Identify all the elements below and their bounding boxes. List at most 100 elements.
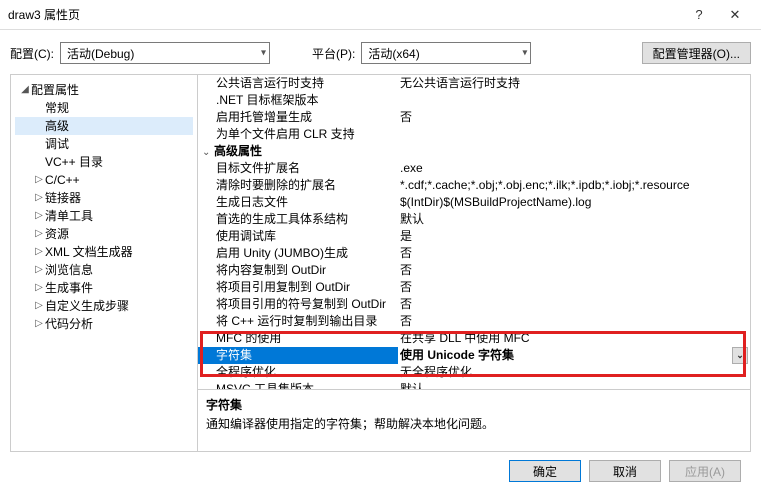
prop-value: $(IntDir)$(MSBuildProjectName).log <box>398 194 750 211</box>
help-button[interactable]: ? <box>681 0 717 30</box>
grid-row[interactable]: 目标文件扩展名.exe <box>198 160 750 177</box>
tree-item[interactable]: 常规 <box>15 99 193 117</box>
prop-name: 首选的生成工具体系结构 <box>198 211 398 228</box>
grid-row[interactable]: 启用 Unity (JUMBO)生成否 <box>198 245 750 262</box>
config-select[interactable]: 活动(Debug)▾ <box>60 42 270 64</box>
prop-value: 否 <box>398 279 750 296</box>
chevron-down-icon: ▾ <box>522 48 527 59</box>
grid-row[interactable]: MSVC 工具集版本默认 <box>198 381 750 389</box>
grid-row[interactable]: 使用调试库是 <box>198 228 750 245</box>
prop-value: 否 <box>398 109 750 126</box>
grid-row[interactable]: .NET 目标框架版本 <box>198 92 750 109</box>
close-button[interactable]: ✕ <box>717 0 753 30</box>
expand-icon: ▷ <box>33 225 45 243</box>
chevron-down-icon: ▾ <box>261 48 266 59</box>
prop-value[interactable]: 使用 Unicode 字符集⌄ <box>398 347 750 364</box>
tree-item[interactable]: ▷代码分析 <box>15 315 193 333</box>
prop-value: 是 <box>398 228 750 245</box>
tree-item[interactable]: ▷资源 <box>15 225 193 243</box>
prop-name: 将 C++ 运行时复制到输出目录 <box>198 313 398 330</box>
grid-row[interactable]: 字符集使用 Unicode 字符集⌄ <box>198 347 750 364</box>
grid-row[interactable]: MFC 的使用在共享 DLL 中使用 MFC <box>198 330 750 347</box>
description-body: 通知编译器使用指定的字符集；帮助解决本地化问题。 <box>206 415 742 432</box>
ok-button[interactable]: 确定 <box>509 460 581 482</box>
prop-value: 无公共语言运行时支持 <box>398 75 750 92</box>
grid-row[interactable]: 公共语言运行时支持无公共语言运行时支持 <box>198 75 750 92</box>
apply-button[interactable]: 应用(A) <box>669 460 741 482</box>
dropdown-button[interactable]: ⌄ <box>732 347 748 364</box>
prop-value: 否 <box>398 262 750 279</box>
prop-name: 全程序优化 <box>198 364 398 381</box>
prop-name: MFC 的使用 <box>198 330 398 347</box>
prop-name: 为单个文件启用 CLR 支持 <box>198 126 398 143</box>
collapse-icon: ⌄ <box>202 144 214 160</box>
config-manager-button[interactable]: 配置管理器(O)... <box>642 42 751 64</box>
dialog-buttons: 确定 取消 应用(A) <box>10 452 751 482</box>
tree-item[interactable]: 调试 <box>15 135 193 153</box>
window-title: draw3 属性页 <box>8 6 681 23</box>
grid-row[interactable]: 生成日志文件$(IntDir)$(MSBuildProjectName).log <box>198 194 750 211</box>
prop-value: 无全程序优化 <box>398 364 750 381</box>
prop-name: 使用调试库 <box>198 228 398 245</box>
tree-item[interactable]: ▷生成事件 <box>15 279 193 297</box>
prop-value: 否 <box>398 313 750 330</box>
expand-icon: ▷ <box>33 279 45 297</box>
prop-name: ⌄高级属性 <box>198 143 398 160</box>
config-toolbar: 配置(C): 活动(Debug)▾ 平台(P): 活动(x64)▾ 配置管理器(… <box>10 42 751 64</box>
titlebar: draw3 属性页 ? ✕ <box>0 0 761 30</box>
grid-row[interactable]: 将 C++ 运行时复制到输出目录否 <box>198 313 750 330</box>
tree-item[interactable]: 高级 <box>15 117 193 135</box>
chevron-down-icon: ⌄ <box>736 347 744 364</box>
prop-name: 将项目引用复制到 OutDir <box>198 279 398 296</box>
prop-value: *.cdf;*.cache;*.obj;*.obj.enc;*.ilk;*.ip… <box>398 177 750 194</box>
tree-item[interactable]: ▷清单工具 <box>15 207 193 225</box>
prop-name: 目标文件扩展名 <box>198 160 398 177</box>
tree-root[interactable]: ◢配置属性 <box>15 81 193 99</box>
prop-name: 启用托管增量生成 <box>198 109 398 126</box>
prop-name: 启用 Unity (JUMBO)生成 <box>198 245 398 262</box>
grid-row[interactable]: 启用托管增量生成否 <box>198 109 750 126</box>
prop-name: 将内容复制到 OutDir <box>198 262 398 279</box>
expand-icon: ▷ <box>33 207 45 225</box>
tree-item[interactable]: ▷C/C++ <box>15 171 193 189</box>
config-label: 配置(C): <box>10 45 54 62</box>
description-panel: 字符集 通知编译器使用指定的字符集；帮助解决本地化问题。 <box>198 389 750 451</box>
grid-row[interactable]: 首选的生成工具体系结构默认 <box>198 211 750 228</box>
prop-value: 在共享 DLL 中使用 MFC <box>398 330 750 347</box>
grid-row[interactable]: 将项目引用的符号复制到 OutDir否 <box>198 296 750 313</box>
prop-value: 默认 <box>398 211 750 228</box>
grid-row[interactable]: 将项目引用复制到 OutDir否 <box>198 279 750 296</box>
expand-icon: ▷ <box>33 189 45 207</box>
grid-row[interactable]: 为单个文件启用 CLR 支持 <box>198 126 750 143</box>
prop-value: .exe <box>398 160 750 177</box>
prop-name: 生成日志文件 <box>198 194 398 211</box>
grid-row[interactable]: 将内容复制到 OutDir否 <box>198 262 750 279</box>
grid-group[interactable]: ⌄高级属性 <box>198 143 750 160</box>
tree-item[interactable]: ▷自定义生成步骤 <box>15 297 193 315</box>
prop-value <box>398 92 750 109</box>
prop-value <box>398 143 750 160</box>
expand-icon: ▷ <box>33 171 45 189</box>
description-title: 字符集 <box>206 396 742 413</box>
tree-item[interactable]: ▷XML 文档生成器 <box>15 243 193 261</box>
platform-select[interactable]: 活动(x64)▾ <box>361 42 531 64</box>
prop-name: 清除时要删除的扩展名 <box>198 177 398 194</box>
tree-item[interactable]: ▷链接器 <box>15 189 193 207</box>
property-grid: 公共语言运行时支持无公共语言运行时支持.NET 目标框架版本启用托管增量生成否为… <box>198 75 750 389</box>
grid-row[interactable]: 清除时要删除的扩展名*.cdf;*.cache;*.obj;*.obj.enc;… <box>198 177 750 194</box>
grid-row[interactable]: 全程序优化无全程序优化 <box>198 364 750 381</box>
expand-icon: ▷ <box>33 315 45 333</box>
cancel-button[interactable]: 取消 <box>589 460 661 482</box>
tree-item[interactable]: ▷浏览信息 <box>15 261 193 279</box>
prop-name: MSVC 工具集版本 <box>198 381 398 389</box>
prop-name: .NET 目标框架版本 <box>198 92 398 109</box>
collapse-icon: ◢ <box>19 81 31 99</box>
prop-name: 字符集 <box>198 347 398 364</box>
tree-item[interactable]: VC++ 目录 <box>15 153 193 171</box>
platform-label: 平台(P): <box>312 45 355 62</box>
expand-icon: ▷ <box>33 243 45 261</box>
property-tree: ◢配置属性常规高级调试VC++ 目录▷C/C++▷链接器▷清单工具▷资源▷XML… <box>11 75 198 451</box>
expand-icon: ▷ <box>33 261 45 279</box>
prop-name: 公共语言运行时支持 <box>198 75 398 92</box>
prop-value: 否 <box>398 296 750 313</box>
